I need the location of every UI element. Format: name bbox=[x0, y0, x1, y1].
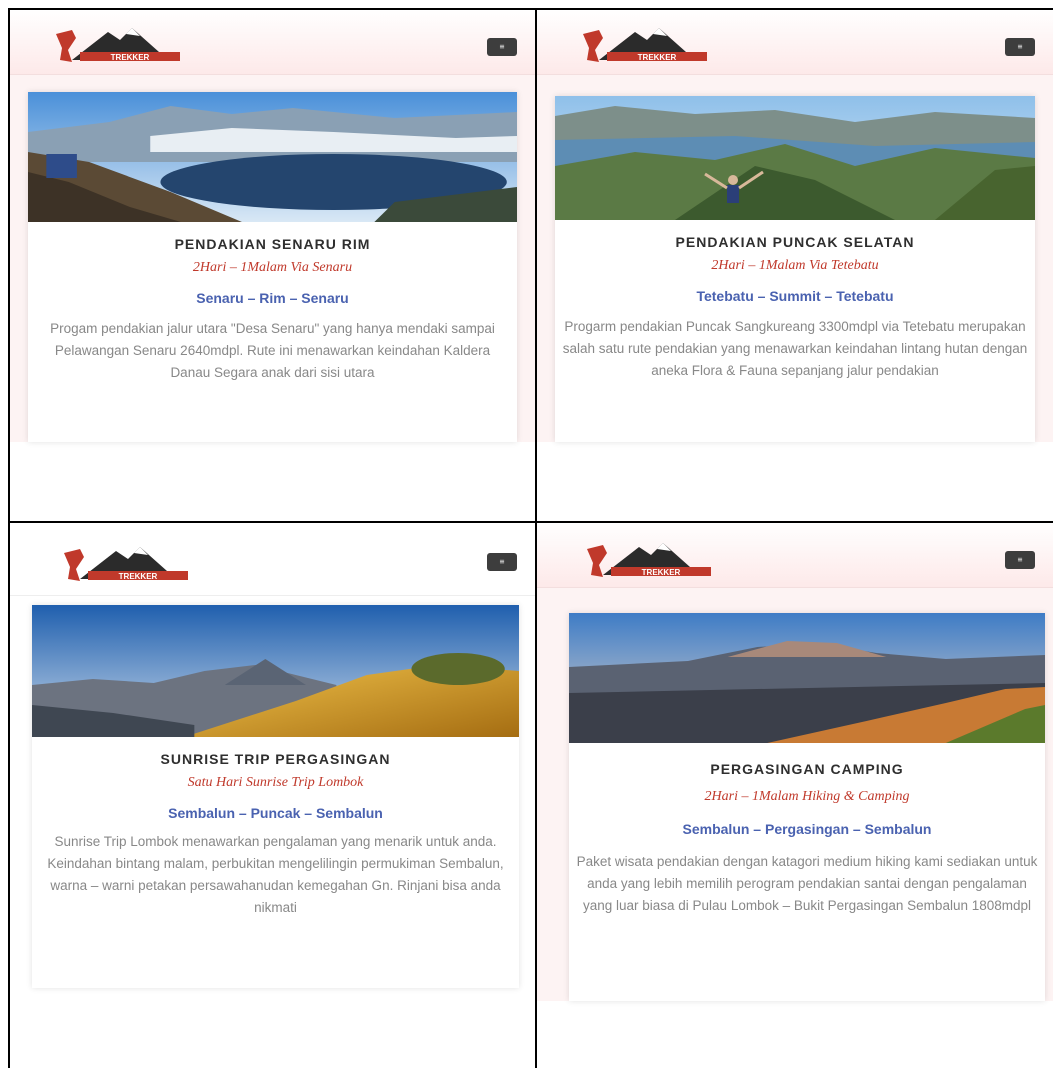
trip-route: Sembalun – Puncak – Sembalun bbox=[168, 805, 383, 821]
trip-duration: 2Hari – 1Malam Hiking & Camping bbox=[704, 789, 910, 804]
trip-photo bbox=[555, 96, 1035, 220]
trip-route: Sembalun – Pergasingan – Sembalun bbox=[682, 821, 932, 837]
trip-card[interactable]: SUNRISE TRIP PERGASINGAN Satu Hari Sunri… bbox=[32, 605, 519, 988]
trip-duration: Satu Hari Sunrise Trip Lombok bbox=[187, 775, 364, 790]
hamburger-menu-button[interactable]: ≡ bbox=[1005, 38, 1035, 56]
trip-description: Progam pendakian jalur utara "Desa Senar… bbox=[50, 321, 495, 380]
trip-title: SUNRISE TRIP PERGASINGAN bbox=[160, 751, 391, 767]
trip-duration: 2Hari – 1Malam Via Senaru bbox=[192, 260, 353, 275]
top-navbar: TREKKER ≡ bbox=[537, 10, 1053, 75]
top-navbar: TREKKER ≡ bbox=[537, 523, 1053, 588]
brand-logo[interactable]: TREKKER bbox=[50, 20, 190, 66]
trip-photo bbox=[32, 605, 519, 737]
brand-logo[interactable]: TREKKER bbox=[581, 535, 721, 581]
trip-route: Tetebatu – Summit – Tetebatu bbox=[696, 288, 894, 304]
trip-card[interactable]: PERGASINGAN CAMPING 2Hari – 1Malam Hikin… bbox=[569, 613, 1045, 1001]
trip-description: Progarm pendakian Puncak Sangkureang 330… bbox=[562, 319, 1028, 378]
panel-senaru-rim: TREKKER ≡ PENDAKIAN SENARU RIM 2Hari – 1… bbox=[10, 10, 535, 521]
hamburger-menu-button[interactable]: ≡ bbox=[487, 553, 517, 571]
panel-sunrise-trip: TREKKER ≡ SUNRISE TRIP PERGASINGAN Satu … bbox=[10, 523, 535, 1068]
brand-logo[interactable]: TREKKER bbox=[577, 20, 717, 66]
brand-logo[interactable]: TREKKER bbox=[58, 539, 198, 585]
trip-route: Senaru – Rim – Senaru bbox=[196, 290, 349, 306]
mobile-screen: TREKKER ≡ PERGASINGAN CAMPING 2Hari – 1M… bbox=[537, 523, 1053, 1001]
trip-title: PENDAKIAN SENARU RIM bbox=[174, 236, 371, 252]
top-navbar: TREKKER ≡ bbox=[10, 523, 535, 596]
mobile-screen: TREKKER ≡ PENDAKIAN PUNCAK SELATAN 2Hari… bbox=[537, 10, 1053, 442]
trip-card[interactable]: PENDAKIAN PUNCAK SELATAN 2Hari – 1Malam … bbox=[555, 96, 1035, 442]
svg-text:TREKKER: TREKKER bbox=[119, 572, 158, 581]
top-navbar: TREKKER ≡ bbox=[10, 10, 535, 75]
trip-duration: 2Hari – 1Malam Via Tetebatu bbox=[711, 258, 879, 273]
hamburger-menu-button[interactable]: ≡ bbox=[487, 38, 517, 56]
trip-title: PERGASINGAN CAMPING bbox=[710, 761, 904, 777]
trip-description: Sunrise Trip Lombok menawarkan pengalama… bbox=[47, 834, 504, 915]
svg-text:TREKKER: TREKKER bbox=[638, 53, 677, 62]
trip-description: Paket wisata pendakian dengan katagori m… bbox=[576, 854, 1038, 913]
trip-title: PENDAKIAN PUNCAK SELATAN bbox=[675, 234, 915, 250]
mobile-screen: TREKKER ≡ SUNRISE TRIP PERGASINGAN Satu … bbox=[10, 523, 535, 988]
trip-photo bbox=[28, 92, 517, 222]
mobile-screen: TREKKER ≡ PENDAKIAN SENARU RIM 2Hari – 1… bbox=[10, 10, 535, 442]
trip-card[interactable]: PENDAKIAN SENARU RIM 2Hari – 1Malam Via … bbox=[28, 92, 517, 442]
svg-text:TREKKER: TREKKER bbox=[111, 53, 150, 62]
svg-text:TREKKER: TREKKER bbox=[642, 568, 681, 577]
panel-puncak-selatan: TREKKER ≡ PENDAKIAN PUNCAK SELATAN 2Hari… bbox=[537, 10, 1053, 521]
hamburger-menu-button[interactable]: ≡ bbox=[1005, 551, 1035, 569]
panel-pergasingan-camping: TREKKER ≡ PERGASINGAN CAMPING 2Hari – 1M… bbox=[537, 523, 1053, 1068]
trip-photo bbox=[569, 613, 1045, 743]
